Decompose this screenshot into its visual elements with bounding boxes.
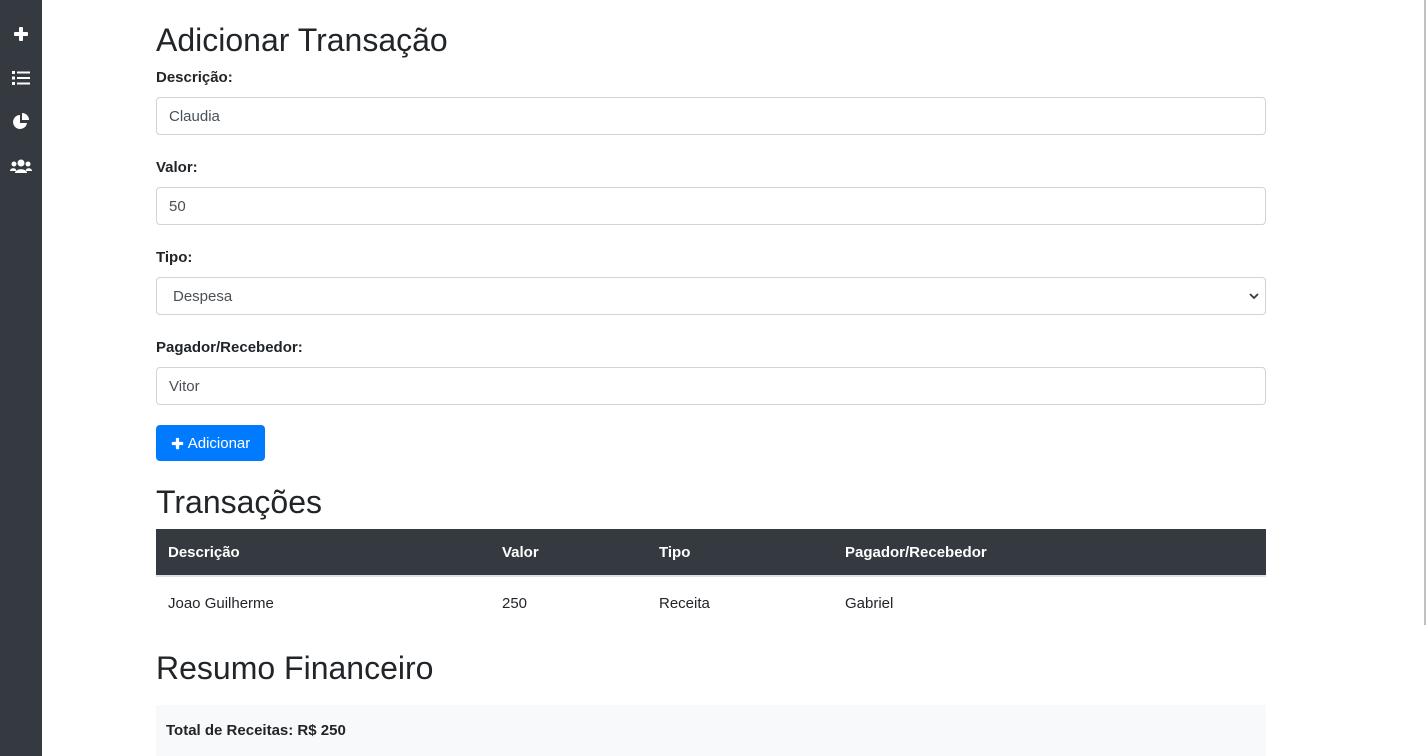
pagador-value: Vitor (169, 377, 200, 395)
pagador-label: Pagador/Recebedor: (156, 339, 303, 356)
transactions-title: Transações (156, 484, 322, 520)
add-button-label: Adicionar (187, 434, 251, 452)
sidebar-add-button[interactable] (0, 18, 42, 50)
header-pagador: Pagador/Recebedor (845, 543, 987, 561)
tipo-select[interactable]: Despesa (156, 277, 1266, 315)
list-icon (12, 71, 30, 85)
descricao-label: Descrição: (156, 69, 233, 86)
users-icon (10, 159, 32, 173)
cell-valor: 250 (502, 595, 528, 612)
form-title: Adicionar Transação (156, 22, 448, 58)
descricao-input[interactable]: Claudia (156, 97, 1266, 135)
header-valor: Valor (502, 543, 539, 561)
add-transaction-button[interactable]: Adicionar (156, 425, 265, 461)
sidebar (0, 0, 42, 756)
plus-icon (14, 27, 28, 41)
summary-total-receitas: Total de Receitas: R$ 250 (156, 705, 1266, 756)
header-tipo: Tipo (659, 543, 691, 561)
chevron-down-icon (1249, 293, 1259, 300)
tipo-label: Tipo: (156, 249, 193, 266)
sidebar-list-button[interactable] (0, 62, 42, 94)
descricao-value: Claudia (169, 107, 220, 125)
table-header: Descrição Valor Tipo Pagador/Recebedor (156, 529, 1266, 577)
cell-pagador: Gabriel (845, 595, 894, 612)
sidebar-chart-button[interactable] (0, 106, 42, 138)
valor-value: 50 (169, 197, 186, 215)
pagador-input[interactable]: Vitor (156, 367, 1266, 405)
header-descricao: Descrição (168, 543, 240, 561)
valor-input[interactable]: 50 (156, 187, 1266, 225)
plus-icon (171, 437, 183, 449)
table-row: Joao Guilherme 250 Receita Gabriel (156, 577, 1266, 630)
tipo-value: Despesa (173, 287, 233, 305)
cell-tipo: Receita (659, 595, 710, 612)
sidebar-users-button[interactable] (0, 150, 42, 182)
cell-descricao: Joao Guilherme (168, 595, 274, 612)
pie-chart-icon (13, 113, 29, 129)
valor-label: Valor: (156, 159, 198, 176)
summary-title: Resumo Financeiro (156, 650, 434, 686)
